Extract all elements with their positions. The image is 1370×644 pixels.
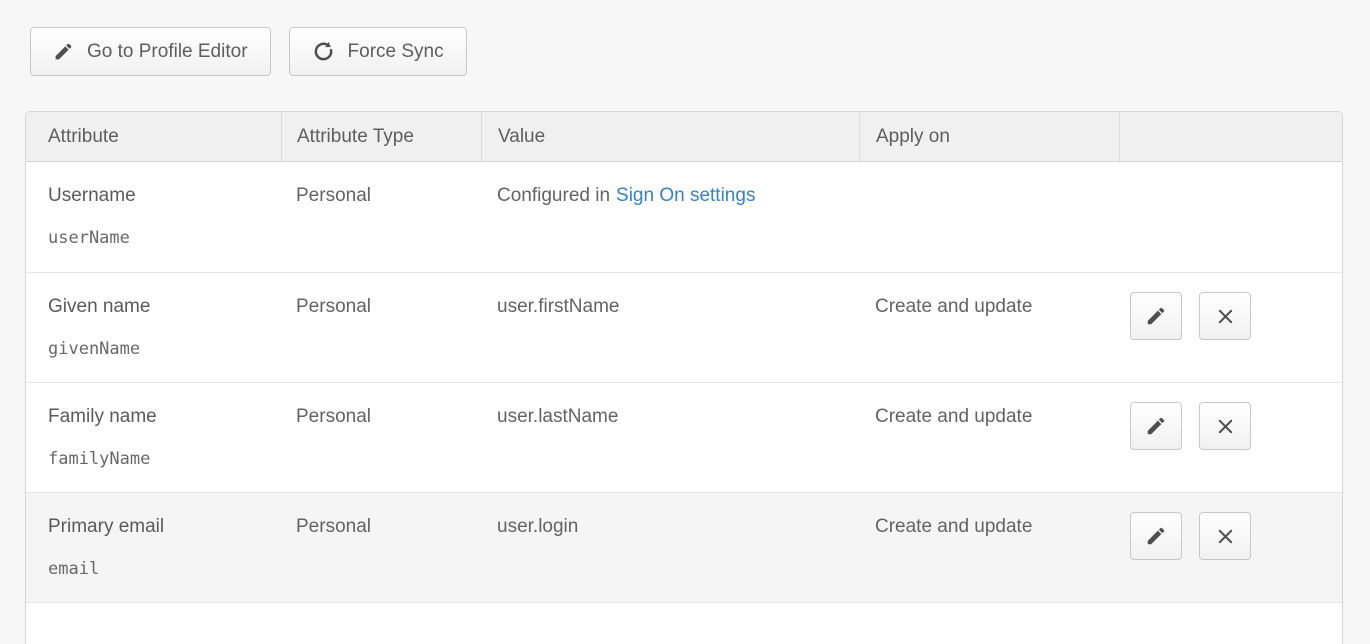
attribute-cell: Family name familyName	[26, 383, 281, 492]
attribute-cell: Given name givenName	[26, 273, 281, 382]
header-attribute: Attribute	[26, 112, 281, 161]
pencil-icon	[1145, 415, 1167, 437]
attribute-type-cell: Personal	[281, 383, 481, 492]
attribute-type-value: Personal	[296, 514, 473, 540]
attribute-cell: Username userName	[26, 162, 281, 272]
pencil-icon	[1145, 305, 1167, 327]
value-text: Configured in	[497, 185, 610, 206]
refresh-icon	[312, 40, 335, 63]
close-icon	[1215, 416, 1236, 437]
table-row-username: Username userName Personal Configured in…	[26, 162, 1342, 272]
attribute-type-value: Personal	[296, 294, 473, 320]
apply-on-value: Create and update	[875, 404, 1111, 430]
force-sync-label: Force Sync	[348, 41, 444, 63]
attribute-type-value: Personal	[296, 404, 473, 430]
attribute-cell: Primary email email	[26, 493, 281, 602]
close-icon	[1215, 526, 1236, 547]
value-cell: user.lastName	[481, 383, 859, 492]
table-header: Attribute Attribute Type Value Apply on	[26, 112, 1342, 162]
pencil-icon	[53, 41, 74, 62]
toolbar: Go to Profile Editor Force Sync	[0, 0, 1370, 76]
value-cell: user.firstName	[481, 273, 859, 382]
apply-on-value: Create and update	[875, 514, 1111, 540]
close-icon	[1215, 306, 1236, 327]
value-expression: user.firstName	[497, 294, 851, 320]
edit-attribute-button[interactable]	[1130, 402, 1182, 450]
header-actions	[1119, 112, 1342, 161]
attribute-mapping-table: Attribute Attribute Type Value Apply on …	[25, 111, 1343, 644]
actions-cell	[1119, 273, 1342, 382]
apply-on-cell	[859, 162, 1119, 272]
value-expression: user.login	[497, 514, 851, 540]
apply-on-cell: Create and update	[859, 383, 1119, 492]
edit-attribute-button[interactable]	[1130, 292, 1182, 340]
table-row-given-name: Given name givenName Personal user.first…	[26, 272, 1342, 382]
attribute-variable-name: givenName	[48, 339, 273, 359]
attribute-label: Family name	[48, 404, 273, 430]
attribute-type-value: Personal	[296, 183, 473, 209]
table-row-family-name: Family name familyName Personal user.las…	[26, 382, 1342, 492]
header-apply-on: Apply on	[859, 112, 1119, 161]
header-value: Value	[481, 112, 859, 161]
remove-attribute-button[interactable]	[1199, 512, 1251, 560]
remove-attribute-button[interactable]	[1199, 402, 1251, 450]
attribute-variable-name: familyName	[48, 449, 273, 469]
attribute-type-cell: Personal	[281, 493, 481, 602]
attribute-label: Username	[48, 183, 273, 209]
attribute-label: Primary email	[48, 514, 273, 540]
actions-cell	[1119, 162, 1342, 272]
value-cell: Configured in Sign On settings	[481, 162, 859, 272]
apply-on-cell: Create and update	[859, 273, 1119, 382]
sign-on-settings-link[interactable]: Sign On settings	[616, 185, 755, 206]
header-attribute-type: Attribute Type	[281, 112, 481, 161]
pencil-icon	[1145, 525, 1167, 547]
actions-cell	[1119, 383, 1342, 492]
edit-attribute-button[interactable]	[1130, 512, 1182, 560]
apply-on-cell: Create and update	[859, 493, 1119, 602]
attribute-type-cell: Personal	[281, 162, 481, 272]
value-cell: user.login	[481, 493, 859, 602]
attribute-type-cell: Personal	[281, 273, 481, 382]
go-to-profile-editor-label: Go to Profile Editor	[87, 41, 248, 63]
apply-on-value: Create and update	[875, 294, 1111, 320]
attribute-variable-name: userName	[48, 228, 273, 248]
go-to-profile-editor-button[interactable]: Go to Profile Editor	[30, 27, 271, 76]
remove-attribute-button[interactable]	[1199, 292, 1251, 340]
actions-cell	[1119, 493, 1342, 602]
value-expression: user.lastName	[497, 404, 851, 430]
table-row-partial	[26, 602, 1342, 644]
attribute-label: Given name	[48, 294, 273, 320]
force-sync-button[interactable]: Force Sync	[289, 27, 467, 76]
table-row-primary-email: Primary email email Personal user.login …	[26, 492, 1342, 602]
attribute-variable-name: email	[48, 559, 273, 579]
